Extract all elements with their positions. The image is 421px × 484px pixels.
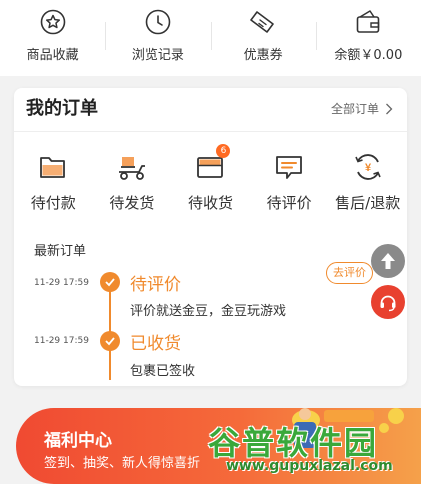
history-entry[interactable]: 浏览记录 xyxy=(105,0,210,76)
status-label: 待收货 xyxy=(187,194,233,212)
clock-icon xyxy=(145,9,171,35)
order-time: 11-29 17:59 xyxy=(34,336,89,346)
favorites-entry[interactable]: 商品收藏 xyxy=(0,0,105,76)
status-label: 待评价 xyxy=(266,194,312,212)
status-pending-payment[interactable]: 待付款 xyxy=(14,150,93,220)
status-label: 待付款 xyxy=(30,194,76,212)
ticket-icon xyxy=(250,11,274,33)
arrow-up-icon xyxy=(381,253,395,269)
scroll-top-button[interactable] xyxy=(371,244,405,278)
check-circle-icon xyxy=(100,331,120,351)
recent-orders-title: 最新订单 xyxy=(34,244,87,259)
folder-icon xyxy=(40,157,66,178)
status-after-sales[interactable]: ¥ 售后/退款 xyxy=(328,150,407,220)
order-desc: 评价就送金豆，金豆玩游戏 xyxy=(130,304,287,319)
balance-label: 余额￥0.00 xyxy=(334,48,403,63)
svg-text:¥: ¥ xyxy=(365,162,372,174)
status-pending-review[interactable]: 待评价 xyxy=(250,150,329,220)
order-time: 11-29 17:59 xyxy=(34,278,89,288)
welfare-center-banner[interactable]: 福利中心 签到、抽奖、新人得惊喜折 xyxy=(16,408,421,484)
coupons-label: 优惠券 xyxy=(243,48,283,63)
welfare-title: 福利中心 xyxy=(44,431,112,451)
orders-title: 我的订单 xyxy=(26,98,98,119)
order-desc: 包裹已签收 xyxy=(130,364,196,379)
balance-entry[interactable]: 余额￥0.00 xyxy=(315,0,421,76)
status-label: 售后/退款 xyxy=(335,194,401,212)
order-status: 已收货 xyxy=(130,334,181,354)
headset-icon xyxy=(380,295,396,312)
divider xyxy=(14,131,407,132)
orders-header: 我的订单 全部订单 xyxy=(14,88,407,130)
check-circle-icon xyxy=(100,272,120,292)
status-pending-receipt[interactable]: 6 待收货 xyxy=(171,144,250,220)
delivery-scooter-icon xyxy=(118,157,145,180)
customer-service-button[interactable] xyxy=(371,285,405,319)
welfare-illustration xyxy=(292,408,404,448)
all-orders-link[interactable]: 全部订单 xyxy=(331,100,393,117)
coupons-entry[interactable]: 优惠券 xyxy=(210,0,316,76)
refund-icon: ¥ xyxy=(354,154,381,180)
comment-icon xyxy=(276,156,302,179)
my-orders-card: 我的订单 全部订单 待付款 待发货 6 待收货 待评价 ¥ 售后/退款 最新订单… xyxy=(14,88,407,386)
chevron-right-icon xyxy=(386,103,393,114)
wallet-icon xyxy=(357,10,380,33)
history-label: 浏览记录 xyxy=(131,48,184,63)
status-label: 待发货 xyxy=(109,194,155,212)
quick-access-bar: 商品收藏 浏览记录 优惠券 余额￥0.00 xyxy=(0,0,421,76)
all-orders-label: 全部订单 xyxy=(330,102,379,116)
status-pending-shipment[interactable]: 待发货 xyxy=(93,150,172,220)
welfare-subtitle: 签到、抽奖、新人得惊喜折 xyxy=(44,456,201,471)
star-icon xyxy=(40,9,65,35)
order-status-row: 待付款 待发货 6 待收货 待评价 ¥ 售后/退款 xyxy=(14,144,407,220)
favorites-label: 商品收藏 xyxy=(26,48,79,63)
receipt-count-badge: 6 xyxy=(216,144,231,158)
go-review-button[interactable]: 去评价 xyxy=(326,262,373,284)
order-status: 待评价 xyxy=(130,275,181,295)
